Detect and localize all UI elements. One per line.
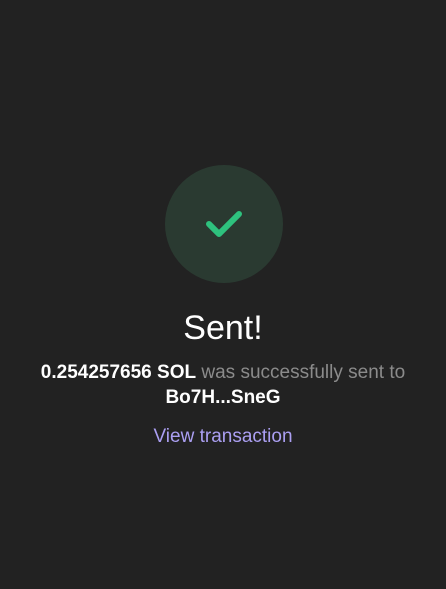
- view-transaction-link[interactable]: View transaction: [0, 424, 446, 450]
- success-message: 0.254257656 SOL was successfully sent to…: [20, 360, 426, 410]
- sent-amount: 0.254257656 SOL: [40, 362, 197, 383]
- send-success-panel: Sent! 0.254257656 SOL was successfully s…: [0, 0, 446, 589]
- page-title: Sent!: [183, 309, 263, 347]
- success-badge: [165, 165, 283, 283]
- check-icon: [206, 211, 242, 237]
- recipient-address: Bo7H...SneG: [165, 387, 281, 408]
- message-middle-text: was successfully sent: [201, 362, 385, 383]
- message-to-text: to: [389, 362, 406, 383]
